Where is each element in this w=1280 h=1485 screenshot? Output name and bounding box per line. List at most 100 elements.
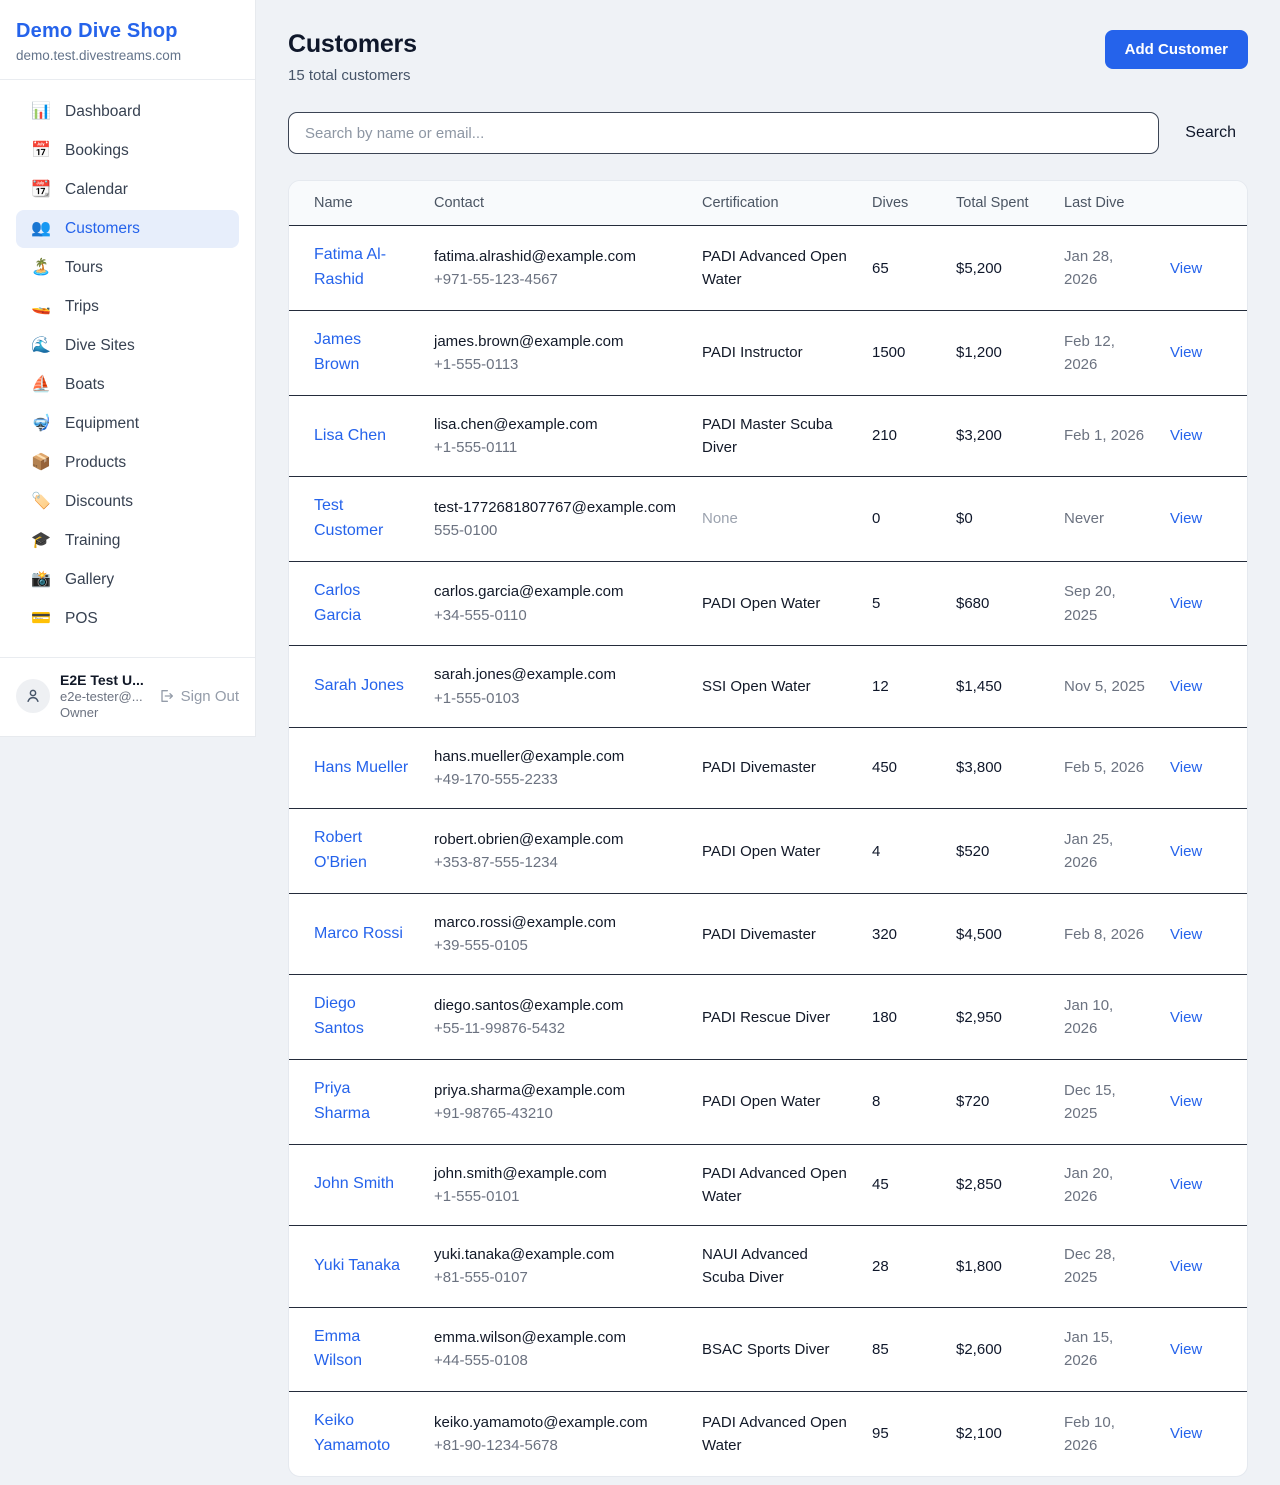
customer-certification: PADI Open Water <box>702 1093 820 1110</box>
view-link[interactable]: View <box>1170 427 1202 444</box>
sidebar-item-customers[interactable]: 👥Customers <box>16 210 239 248</box>
certification-cell: SSI Open Water <box>702 646 872 728</box>
customer-name-link[interactable]: Diego Santos <box>314 992 410 1042</box>
view-link[interactable]: View <box>1170 759 1202 776</box>
search-row: Search <box>288 112 1248 154</box>
sidebar-item-label: Boats <box>65 376 105 394</box>
customer-email: carlos.garcia@example.com <box>434 580 678 603</box>
column-header: Contact <box>434 181 702 226</box>
last-dive-cell: Never <box>1064 477 1170 562</box>
last-dive-cell: Jan 28, 2026 <box>1064 226 1170 311</box>
customer-row: Lisa Chen lisa.chen@example.com+1-555-011… <box>289 395 1247 477</box>
customer-name-link[interactable]: Marco Rossi <box>314 922 403 947</box>
add-customer-button[interactable]: Add Customer <box>1105 30 1248 69</box>
total-spent-cell: $3,800 <box>956 727 1064 809</box>
sidebar-item-dive-sites[interactable]: 🌊Dive Sites <box>16 327 239 365</box>
customer-name-link[interactable]: Robert O'Brien <box>314 826 410 876</box>
customer-certification: PADI Master Scuba Diver <box>702 416 833 456</box>
contact-cell: james.brown@example.com+1-555-0113 <box>434 311 702 396</box>
contact-cell: marco.rossi@example.com+39-555-0105 <box>434 893 702 975</box>
customer-name-link[interactable]: Keiko Yamamoto <box>314 1409 410 1459</box>
sidebar-item-label: Equipment <box>65 415 139 433</box>
customer-name-link[interactable]: Carlos Garcia <box>314 579 410 629</box>
view-link[interactable]: View <box>1170 1009 1202 1026</box>
customer-name-link[interactable]: Emma Wilson <box>314 1325 410 1375</box>
user-role: Owner <box>60 705 148 720</box>
contact-cell: robert.obrien@example.com+353-87-555-123… <box>434 809 702 894</box>
customer-name-link[interactable]: Fatima Al-Rashid <box>314 243 410 293</box>
last-dive-cell: Nov 5, 2025 <box>1064 646 1170 728</box>
sidebar-item-pos[interactable]: 💳POS <box>16 600 239 638</box>
customer-name-link[interactable]: Priya Sharma <box>314 1077 410 1127</box>
sidebar-item-label: Tours <box>65 259 103 277</box>
customer-name-link[interactable]: Test Customer <box>314 494 410 544</box>
sidebar-item-calendar[interactable]: 📆Calendar <box>16 171 239 209</box>
dives-cell: 0 <box>872 477 956 562</box>
customer-name-link[interactable]: James Brown <box>314 328 410 378</box>
sidebar-item-products[interactable]: 📦Products <box>16 444 239 482</box>
customer-name-link[interactable]: John Smith <box>314 1172 394 1197</box>
view-link[interactable]: View <box>1170 595 1202 612</box>
dives-cell: 85 <box>872 1307 956 1392</box>
last-dive-cell: Feb 10, 2026 <box>1064 1392 1170 1476</box>
sidebar-item-equipment[interactable]: 🤿Equipment <box>16 405 239 443</box>
customer-email: sarah.jones@example.com <box>434 663 678 686</box>
view-link[interactable]: View <box>1170 260 1202 277</box>
sidebar-item-tours[interactable]: 🏝️Tours <box>16 249 239 287</box>
sidebar-item-gallery[interactable]: 📸Gallery <box>16 561 239 599</box>
search-button[interactable]: Search <box>1185 124 1236 142</box>
customer-phone: +1-555-0101 <box>434 1185 678 1208</box>
customer-row: Marco Rossi marco.rossi@example.com+39-55… <box>289 893 1247 975</box>
view-link[interactable]: View <box>1170 1258 1202 1275</box>
view-link[interactable]: View <box>1170 510 1202 527</box>
customer-name-link[interactable]: Lisa Chen <box>314 424 386 449</box>
certification-cell: PADI Divemaster <box>702 893 872 975</box>
customer-row: Robert O'Brien robert.obrien@example.com+… <box>289 809 1247 894</box>
customer-row: Yuki Tanakayuki.tanaka@example.com+81-55… <box>289 1226 1247 1308</box>
view-link[interactable]: View <box>1170 926 1202 943</box>
view-link[interactable]: View <box>1170 1341 1202 1358</box>
column-header: Certification <box>702 181 872 226</box>
view-cell: View <box>1170 975 1247 1060</box>
sidebar: Demo Dive Shop demo.test.divestreams.com… <box>0 0 256 737</box>
sidebar-item-dashboard[interactable]: 📊Dashboard <box>16 93 239 131</box>
column-header <box>1170 181 1247 226</box>
view-link[interactable]: View <box>1170 678 1202 695</box>
customer-email: emma.wilson@example.com <box>434 1326 678 1349</box>
total-spent-cell: $680 <box>956 561 1064 646</box>
sidebar-item-training[interactable]: 🎓Training <box>16 522 239 560</box>
customer-row: Carlos Garciacarlos.garcia@example.com+3… <box>289 561 1247 646</box>
contact-cell: lisa.chen@example.com+1-555-0111 <box>434 395 702 477</box>
customer-phone: +55-11-99876-5432 <box>434 1017 678 1040</box>
contact-cell: keiko.yamamoto@example.com+81-90-1234-56… <box>434 1392 702 1476</box>
dives-cell: 180 <box>872 975 956 1060</box>
page-title: Customers <box>288 30 417 59</box>
avatar <box>16 679 50 713</box>
certification-cell: PADI Open Water <box>702 1060 872 1145</box>
name-cell: Lisa Chen <box>289 395 434 477</box>
sidebar-item-trips[interactable]: 🚤Trips <box>16 288 239 326</box>
view-link[interactable]: View <box>1170 1176 1202 1193</box>
view-link[interactable]: View <box>1170 1093 1202 1110</box>
total-spent-cell: $2,850 <box>956 1144 1064 1226</box>
sidebar-item-boats[interactable]: ⛵Boats <box>16 366 239 404</box>
sign-out-button[interactable]: Sign Out <box>158 688 239 705</box>
customer-certification: PADI Open Water <box>702 595 820 612</box>
view-link[interactable]: View <box>1170 344 1202 361</box>
total-spent-cell: $0 <box>956 477 1064 562</box>
customer-name-link[interactable]: Yuki Tanaka <box>314 1254 400 1279</box>
search-input[interactable] <box>288 112 1159 154</box>
training-icon: 🎓 <box>30 533 52 549</box>
view-link[interactable]: View <box>1170 1425 1202 1442</box>
customer-phone: +353-87-555-1234 <box>434 851 678 874</box>
contact-cell: priya.sharma@example.com+91-98765-43210 <box>434 1060 702 1145</box>
sidebar-item-discounts[interactable]: 🏷️Discounts <box>16 483 239 521</box>
view-cell: View <box>1170 226 1247 311</box>
view-link[interactable]: View <box>1170 843 1202 860</box>
customer-name-link[interactable]: Hans Mueller <box>314 756 408 781</box>
contact-cell: sarah.jones@example.com+1-555-0103 <box>434 646 702 728</box>
sidebar-item-bookings[interactable]: 📅Bookings <box>16 132 239 170</box>
sign-out-icon <box>158 688 174 704</box>
customer-name-link[interactable]: Sarah Jones <box>314 674 404 699</box>
view-cell: View <box>1170 1144 1247 1226</box>
